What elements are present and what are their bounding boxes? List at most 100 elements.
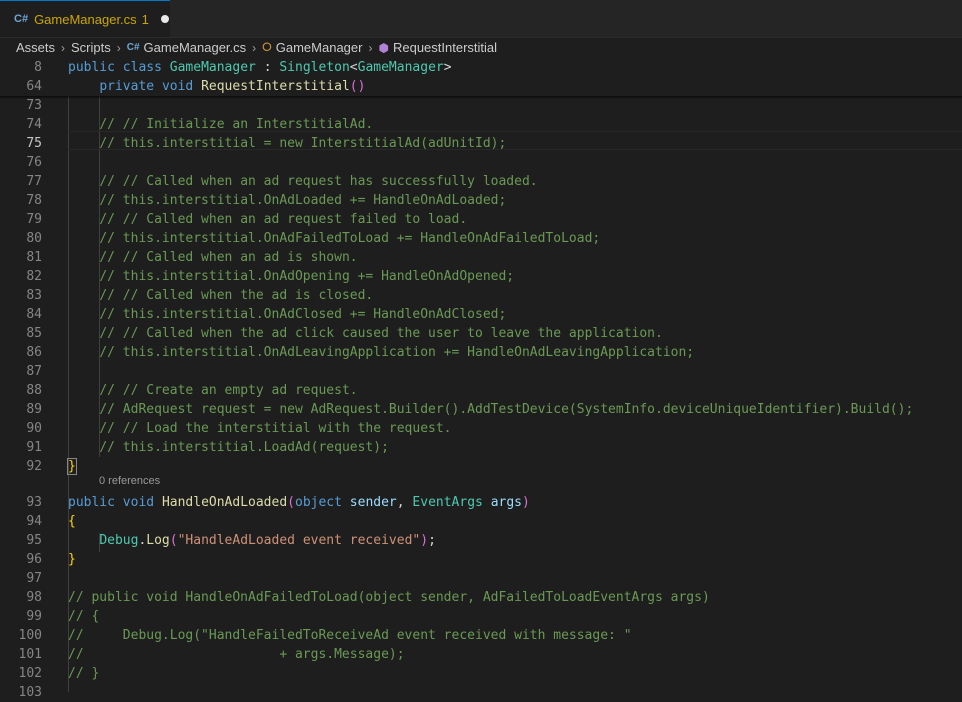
- code-text: // // Load the interstitial with the req…: [99, 421, 452, 436]
- line-number: 74: [26, 117, 42, 132]
- line-number: 85: [26, 326, 42, 341]
- line-number: 89: [26, 402, 42, 417]
- line-number: 90: [26, 421, 42, 436]
- breadcrumb-class[interactable]: GameManager: [276, 40, 363, 55]
- code-line[interactable]: 94 {: [0, 512, 962, 531]
- code-line[interactable]: 77 // // Called when an ad request has s…: [0, 172, 962, 191]
- line-number: 87: [26, 364, 42, 379]
- chevron-right-icon: ›: [252, 40, 257, 55]
- tab-gamemanager[interactable]: C# GameManager.cs 1: [0, 0, 170, 37]
- code-line[interactable]: 91 // this.interstitial.LoadAd(request);: [0, 438, 962, 457]
- code-line[interactable]: 87: [0, 362, 962, 381]
- line-number: 91: [26, 440, 42, 455]
- code-text: // {: [68, 609, 100, 624]
- code-text: // // Initialize an InterstitialAd.: [99, 117, 374, 132]
- line-number: 95: [26, 533, 42, 548]
- code-text: // this.interstitial.OnAdFailedToLoad +=…: [99, 231, 601, 246]
- code-text: // this.interstitial.OnAdOpening += Hand…: [99, 269, 515, 284]
- code-line[interactable]: 74 // // Initialize an InterstitialAd.: [0, 115, 962, 134]
- code-line[interactable]: 75 // this.interstitial = new Interstiti…: [0, 134, 962, 153]
- breadcrumb-scripts[interactable]: Scripts: [71, 40, 111, 55]
- line-number: 78: [26, 193, 42, 208]
- code-text: // this.interstitial.OnAdLoaded += Handl…: [99, 193, 507, 208]
- breadcrumb-assets[interactable]: Assets: [16, 40, 55, 55]
- chevron-right-icon: ›: [61, 40, 66, 55]
- line-number: 86: [26, 345, 42, 360]
- line-number: 93: [26, 495, 42, 510]
- code-text: // this.interstitial.OnAdClosed += Handl…: [99, 307, 507, 322]
- method-symbol-icon: ⬢: [378, 40, 389, 55]
- code-line[interactable]: 79 // // Called when an ad request faile…: [0, 210, 962, 229]
- code-line[interactable]: 76: [0, 153, 962, 172]
- code-text: Debug.Log("HandleAdLoaded event received…: [99, 533, 436, 548]
- line-number: 79: [26, 212, 42, 227]
- code-line[interactable]: 96}: [0, 550, 962, 569]
- breadcrumb: Assets › Scripts › C# GameManager.cs › ⭘…: [0, 37, 962, 58]
- code-line[interactable]: 81 // // Called when an ad is shown.: [0, 248, 962, 267]
- code-line[interactable]: 89 // AdRequest request = new AdRequest.…: [0, 400, 962, 419]
- line-number: 96: [26, 552, 42, 567]
- sticky-line[interactable]: 8 public class GameManager : Singleton<Ga…: [0, 58, 962, 77]
- line-number: 92: [26, 459, 42, 474]
- code-line[interactable]: 82 // this.interstitial.OnAdOpening += H…: [0, 267, 962, 286]
- code-line[interactable]: 78 // this.interstitial.OnAdLoaded += Ha…: [0, 191, 962, 210]
- codelens-references[interactable]: 0 references: [99, 472, 160, 491]
- line-number: 81: [26, 250, 42, 265]
- line-number: 76: [26, 155, 42, 170]
- code-line[interactable]: 95 Debug.Log("HandleAdLoaded event recei…: [0, 531, 962, 550]
- code-text: // AdRequest request = new AdRequest.Bui…: [99, 402, 914, 417]
- code-text: {: [68, 514, 76, 529]
- code-text: // // Create an empty ad request.: [99, 383, 358, 398]
- sticky-scroll-shadow: [0, 96, 962, 99]
- code-line[interactable]: 101 // + args.Message);: [0, 645, 962, 664]
- code-line[interactable]: 86 // this.interstitial.OnAdLeavingAppli…: [0, 343, 962, 362]
- code-text: // // Called when an ad request has succ…: [99, 174, 538, 189]
- code-text: public void HandleOnAdLoaded(object send…: [68, 495, 530, 510]
- code-text: public class GameManager : Singleton<Gam…: [68, 60, 452, 75]
- csharp-file-icon: C#: [126, 42, 140, 53]
- line-number: 98: [26, 590, 42, 605]
- code-text: private void RequestInterstitial(): [99, 79, 366, 94]
- code-line[interactable]: 100 // Debug.Log("HandleFailedToReceiveAd…: [0, 626, 962, 645]
- line-number: 64: [26, 79, 42, 94]
- chevron-right-icon: ›: [116, 40, 121, 55]
- line-number: 83: [26, 288, 42, 303]
- breadcrumb-method[interactable]: RequestInterstitial: [393, 40, 497, 55]
- code-line[interactable]: 93 public void HandleOnAdLoaded(object se…: [0, 493, 962, 512]
- line-number: 102: [18, 666, 42, 681]
- code-text: // this.interstitial.OnAdLeavingApplicat…: [99, 345, 695, 360]
- code-line[interactable]: 84 // this.interstitial.OnAdClosed += Ha…: [0, 305, 962, 324]
- tab-filename: GameManager.cs: [34, 11, 137, 27]
- line-number: 84: [26, 307, 42, 322]
- unsaved-dot-icon[interactable]: [160, 15, 169, 23]
- line-number: 82: [26, 269, 42, 284]
- code-text: // Debug.Log("HandleFailedToReceiveAd ev…: [68, 628, 632, 643]
- class-symbol-icon: ⭘: [262, 40, 272, 54]
- line-number: 75: [26, 136, 42, 151]
- line-number: 88: [26, 383, 42, 398]
- code-text: // }: [68, 666, 100, 681]
- line-number: 80: [26, 231, 42, 246]
- line-number: 77: [26, 174, 42, 189]
- code-line[interactable]: 97: [0, 569, 962, 588]
- code-line[interactable]: 103: [0, 683, 962, 702]
- line-number: 103: [18, 685, 42, 700]
- code-line[interactable]: 80 // this.interstitial.OnAdFailedToLoad…: [0, 229, 962, 248]
- code-line[interactable]: 88 // // Create an empty ad request.: [0, 381, 962, 400]
- code-text: // public void HandleOnAdFailedToLoad(ob…: [68, 590, 710, 605]
- line-number: 8: [34, 60, 42, 75]
- sticky-line[interactable]: 64 private void RequestInterstitial(): [0, 77, 962, 96]
- code-line[interactable]: 102 // }: [0, 664, 962, 683]
- line-number: 100: [18, 628, 42, 643]
- code-line[interactable]: 83 // // Called when the ad is closed.: [0, 286, 962, 305]
- code-line[interactable]: 90 // // Load the interstitial with the …: [0, 419, 962, 438]
- breadcrumb-file[interactable]: GameManager.cs: [144, 40, 247, 55]
- line-number: 101: [18, 647, 42, 662]
- code-editor[interactable]: 73 74 // // Initialize an InterstitialAd.…: [0, 58, 962, 700]
- code-line[interactable]: 98 // public void HandleOnAdFailedToLoad(…: [0, 588, 962, 607]
- code-line[interactable]: 85 // // Called when the ad click caused…: [0, 324, 962, 343]
- code-text: // this.interstitial = new InterstitialA…: [99, 136, 507, 151]
- code-text: }: [67, 458, 77, 475]
- line-number: 99: [26, 609, 42, 624]
- code-line[interactable]: 99 // {: [0, 607, 962, 626]
